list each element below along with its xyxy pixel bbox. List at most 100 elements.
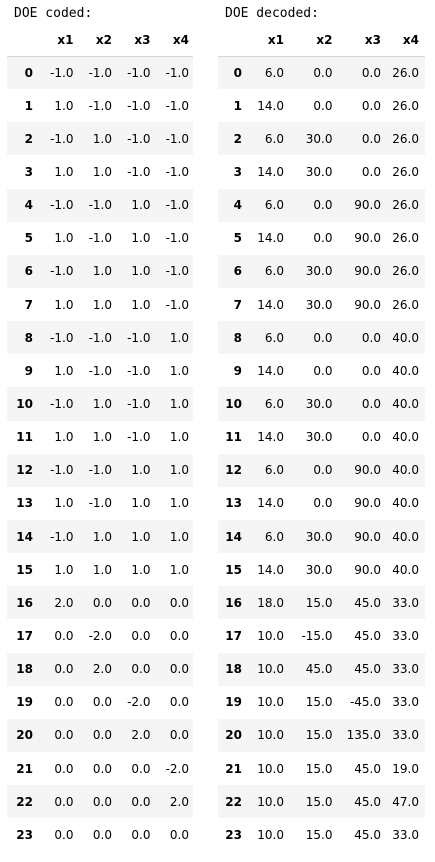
cell-x2: 1.0 xyxy=(92,297,112,312)
cell-x3: 0.0 xyxy=(361,396,381,411)
cell-x2: 0.0 xyxy=(92,761,112,776)
cell-x4: 33.0 xyxy=(392,827,419,842)
doe-decoded-caption: DOE decoded: xyxy=(225,6,319,21)
cell-x4: 0.0 xyxy=(169,695,189,710)
cell-x4: 0.0 xyxy=(169,628,189,643)
cell-x3: -1.0 xyxy=(127,330,151,345)
cell-x3: 45.0 xyxy=(354,794,381,809)
table-row: 4 -1.0 -1.0 1.0 -1.0 xyxy=(7,188,193,222)
cell-x2: 15.0 xyxy=(305,728,333,743)
cell-x1: 0.0 xyxy=(54,628,74,643)
cell-x1: -1.0 xyxy=(50,396,74,411)
row-index: 21 xyxy=(225,761,242,776)
cell-x1: -1.0 xyxy=(50,65,74,80)
cell-x1: 1.0 xyxy=(54,363,74,378)
cell-x4: 26.0 xyxy=(392,131,419,146)
cell-x1: 1.0 xyxy=(54,297,74,312)
cell-x3: 45.0 xyxy=(354,662,381,677)
cell-x3: 0.0 xyxy=(361,98,381,113)
cell-x3: 1.0 xyxy=(131,297,151,312)
row-index: 9 xyxy=(24,363,33,378)
cell-x2: 0.0 xyxy=(92,695,112,710)
cell-x3: 90.0 xyxy=(354,529,381,544)
cell-x1: 6.0 xyxy=(264,529,284,544)
cell-x1: 14.0 xyxy=(257,430,284,445)
cell-x4: 0.0 xyxy=(169,662,189,677)
cell-x1: -1.0 xyxy=(50,264,74,279)
cell-x4: 26.0 xyxy=(392,231,419,246)
row-index: 1 xyxy=(233,98,242,113)
table-row: 1 1.0 -1.0 -1.0 -1.0 xyxy=(7,89,193,122)
cell-x4: 1.0 xyxy=(169,562,189,577)
row-index: 4 xyxy=(24,198,33,213)
cell-x1: -1.0 xyxy=(50,529,74,544)
table-row: 3 14.0 30.0 0.0 26.0 xyxy=(218,155,425,188)
cell-x4: 26.0 xyxy=(392,98,419,113)
cell-x2: 15.0 xyxy=(305,827,333,842)
cell-x4: 33.0 xyxy=(392,595,419,610)
cell-x4: 1.0 xyxy=(169,529,189,544)
cell-x4: 40.0 xyxy=(392,396,419,411)
table-row: 17 10.0 -15.0 45.0 33.0 xyxy=(218,619,425,652)
table-row: 20 0.0 0.0 2.0 0.0 xyxy=(7,718,193,752)
cell-x1: -1.0 xyxy=(50,330,74,345)
cell-x2: 0.0 xyxy=(92,794,112,809)
cell-x3: 0.0 xyxy=(361,164,381,179)
cell-x3: 0.0 xyxy=(131,794,151,809)
row-index: 20 xyxy=(16,728,33,743)
row-index: 18 xyxy=(225,662,242,677)
table-row: 16 18.0 15.0 45.0 33.0 xyxy=(218,586,425,620)
cell-x2: 30.0 xyxy=(305,562,333,577)
row-index: 13 xyxy=(225,496,242,511)
cell-x2: 0.0 xyxy=(313,98,333,113)
cell-x1: 1.0 xyxy=(54,98,74,113)
table-row: 13 1.0 -1.0 1.0 1.0 xyxy=(7,487,193,520)
table-row: 11 1.0 1.0 -1.0 1.0 xyxy=(7,421,193,454)
column-header-x2: x2 xyxy=(77,24,116,57)
cell-x3: 0.0 xyxy=(361,131,381,146)
table-row: 0 -1.0 -1.0 -1.0 -1.0 xyxy=(7,56,193,90)
cell-x2: 2.0 xyxy=(92,662,112,677)
cell-x4: -2.0 xyxy=(165,761,189,776)
cell-x1: -1.0 xyxy=(50,463,74,478)
cell-x1: -1.0 xyxy=(50,198,74,213)
cell-x2: 1.0 xyxy=(92,131,112,146)
cell-x4: -1.0 xyxy=(165,164,189,179)
table-row: 2 6.0 30.0 0.0 26.0 xyxy=(218,122,425,156)
cell-x2: -1.0 xyxy=(88,231,112,246)
cell-x3: 90.0 xyxy=(354,198,381,213)
cell-x3: 90.0 xyxy=(354,231,381,246)
cell-x4: 1.0 xyxy=(169,396,189,411)
cell-x4: 40.0 xyxy=(392,529,419,544)
table-row: 8 -1.0 -1.0 -1.0 1.0 xyxy=(7,321,193,355)
cell-x2: -15.0 xyxy=(301,628,333,643)
cell-x2: -1.0 xyxy=(88,330,112,345)
cell-x4: 2.0 xyxy=(169,794,189,809)
cell-x1: 14.0 xyxy=(257,231,284,246)
header-row: x1 x2 x3 x4 xyxy=(218,24,425,57)
doe-coded-table: x1 x2 x3 x4 0 -1.0 -1.0 -1.0 -1.0 1 1.0 -1.0 -1.… xyxy=(7,24,193,851)
doe-coded-panel: DOE coded: x1 x2 x3 x4 0 -1.0 -1.0 -1.0 -1.0… xyxy=(7,4,193,851)
cell-x3: 1.0 xyxy=(131,231,151,246)
row-index: 15 xyxy=(16,562,33,577)
cell-x3: 45.0 xyxy=(354,827,381,842)
column-header-x3: x3 xyxy=(336,24,385,57)
row-index: 1 xyxy=(24,98,33,113)
cell-x3: 90.0 xyxy=(354,463,381,478)
row-index: 19 xyxy=(225,695,242,710)
row-index: 20 xyxy=(225,728,242,743)
cell-x3: 1.0 xyxy=(131,198,151,213)
row-index: 7 xyxy=(233,297,242,312)
row-index: 2 xyxy=(233,131,242,146)
cell-x3: 1.0 xyxy=(131,562,151,577)
doe-decoded-table: x1 x2 x3 x4 0 6.0 0.0 0.0 26.0 1 14.0 0.0 0.0 26.… xyxy=(218,24,425,851)
cell-x1: 14.0 xyxy=(257,164,284,179)
cell-x1: 14.0 xyxy=(257,98,284,113)
table-body: 0 6.0 0.0 0.0 26.0 1 14.0 0.0 0.0 26.0 2 6.0 30.0 0.0… xyxy=(218,56,425,851)
cell-x2: 30.0 xyxy=(305,430,333,445)
row-index: 7 xyxy=(24,297,33,312)
doe-coded-caption: DOE coded: xyxy=(14,6,93,21)
row-index: 6 xyxy=(233,264,242,279)
cell-x3: -1.0 xyxy=(127,396,151,411)
cell-x4: 19.0 xyxy=(392,761,419,776)
